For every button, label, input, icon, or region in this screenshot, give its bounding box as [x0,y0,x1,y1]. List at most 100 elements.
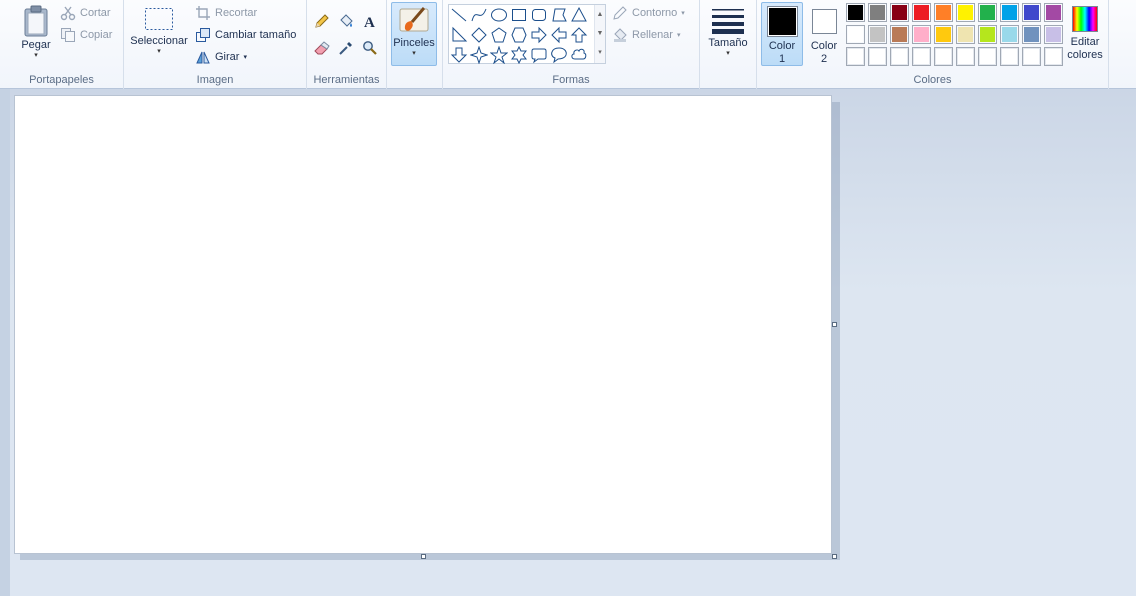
paste-dropdown-icon[interactable]: ▾ [15,52,57,60]
cloud-callout-shape[interactable] [569,45,589,65]
drawing-canvas[interactable] [14,95,832,554]
line-icon [451,8,467,22]
palette-swatch[interactable] [1000,25,1019,44]
oval-shape[interactable] [489,5,509,25]
palette-swatch[interactable] [1044,3,1063,22]
five-point-star-shape[interactable] [489,45,509,65]
palette-swatch[interactable] [934,25,953,44]
palette-swatch[interactable] [890,3,909,22]
rounded-callout-shape[interactable] [529,45,549,65]
shapes-scroll-up-icon[interactable]: ▲ [595,5,605,24]
palette-swatch-custom[interactable] [934,47,953,66]
palette-swatch-fill [1002,5,1017,20]
fill-button[interactable]: Rellenar ▾ [612,26,680,44]
four-point-star-shape[interactable] [469,45,489,65]
rectangle-shape[interactable] [509,5,529,25]
palette-swatch[interactable] [1044,25,1063,44]
fill-dropdown-icon[interactable]: ▾ [677,31,681,39]
rotate-button[interactable]: Girar ▾ [195,48,247,66]
palette-swatch-custom[interactable] [956,47,975,66]
five-point-star-icon [490,46,508,64]
resize-handle-corner[interactable] [832,554,837,559]
copy-button[interactable]: Copiar [60,26,112,44]
outline-dropdown-icon[interactable]: ▾ [681,9,685,17]
resize-handle-right[interactable] [832,322,837,327]
triangle-shape[interactable] [569,5,589,25]
right-triangle-icon [452,26,468,42]
resize-handle-bottom[interactable] [421,554,426,559]
six-point-star-shape[interactable] [509,45,529,65]
palette-swatch[interactable] [868,3,887,22]
curve-shape[interactable] [469,5,489,25]
copy-label: Copiar [80,29,113,41]
ribbon: Pegar ▾ Cortar Copiar Portapapeles Selec… [0,0,1136,89]
paste-button[interactable]: Pegar ▾ [14,2,58,66]
shapes-expand-icon[interactable]: ▾ [595,43,605,62]
resize-button[interactable]: Cambiar tamaño [195,26,296,44]
edit-colors-button[interactable]: Editar colores [1065,2,1105,66]
select-button[interactable]: Seleccionar ▾ [128,2,190,66]
palette-swatch[interactable] [934,3,953,22]
brushes-button[interactable]: Pinceles ▾ [391,2,437,66]
diamond-shape[interactable] [469,25,489,45]
pentagon-shape[interactable] [489,25,509,45]
rounded-callout-icon [531,48,547,64]
eraser-tool[interactable] [312,38,332,58]
left-arrow-shape[interactable] [549,25,569,45]
palette-swatch-custom[interactable] [912,47,931,66]
pentagon-icon [491,27,507,43]
rounded-rectangle-shape[interactable] [529,5,549,25]
palette-swatch[interactable] [846,3,865,22]
palette-swatch-custom[interactable] [846,47,865,66]
palette-swatch-custom[interactable] [978,47,997,66]
shapes-scroll-down-icon[interactable]: ▼ [595,24,605,43]
color-picker-tool[interactable] [336,38,356,58]
brush-icon [399,7,429,32]
magnifier-tool[interactable] [360,38,380,58]
right-arrow-shape[interactable] [529,25,549,45]
fill-label: Rellenar [632,29,673,41]
outline-button[interactable]: Contorno ▾ [612,4,685,22]
palette-swatch[interactable] [890,25,909,44]
palette-swatch-fill [870,5,885,20]
triangle-icon [571,6,587,22]
pencil-tool[interactable] [312,11,332,31]
brushes-dropdown-icon[interactable]: ▾ [392,50,436,58]
palette-swatch[interactable] [1000,3,1019,22]
palette-swatch[interactable] [846,25,865,44]
crop-button[interactable]: Recortar [195,4,257,22]
shapes-scrollbar[interactable]: ▲ ▼ ▾ [594,5,605,63]
rotate-dropdown-icon[interactable]: ▾ [243,53,247,61]
oval-callout-shape[interactable] [549,45,569,65]
palette-swatch-custom[interactable] [890,47,909,66]
size-group: Tamaño ▾ [700,0,757,89]
palette-swatch-custom[interactable] [1022,47,1041,66]
palette-swatch[interactable] [978,3,997,22]
size-dropdown-icon[interactable]: ▾ [705,50,751,58]
text-tool[interactable]: A [360,11,380,31]
up-arrow-shape[interactable] [569,25,589,45]
color2-button[interactable]: Color 2 [805,2,843,66]
palette-swatch[interactable] [868,25,887,44]
palette-swatch-custom[interactable] [1044,47,1063,66]
palette-swatch[interactable] [1022,3,1041,22]
color1-button[interactable]: Color 1 [761,2,803,66]
right-triangle-shape[interactable] [449,25,469,45]
down-arrow-shape[interactable] [449,45,469,65]
color-spectrum-icon [1072,6,1098,32]
palette-swatch[interactable] [912,3,931,22]
select-dropdown-icon[interactable]: ▾ [129,48,189,56]
polygon-shape[interactable] [549,5,569,25]
palette-swatch[interactable] [956,25,975,44]
palette-swatch[interactable] [956,3,975,22]
fill-tool[interactable] [336,11,356,31]
hexagon-shape[interactable] [509,25,529,45]
palette-swatch[interactable] [912,25,931,44]
line-shape[interactable] [449,5,469,25]
size-button[interactable]: Tamaño ▾ [704,2,752,66]
cut-button[interactable]: Cortar [60,4,111,22]
palette-swatch[interactable] [978,25,997,44]
palette-swatch[interactable] [1022,25,1041,44]
palette-swatch-custom[interactable] [868,47,887,66]
palette-swatch-custom[interactable] [1000,47,1019,66]
